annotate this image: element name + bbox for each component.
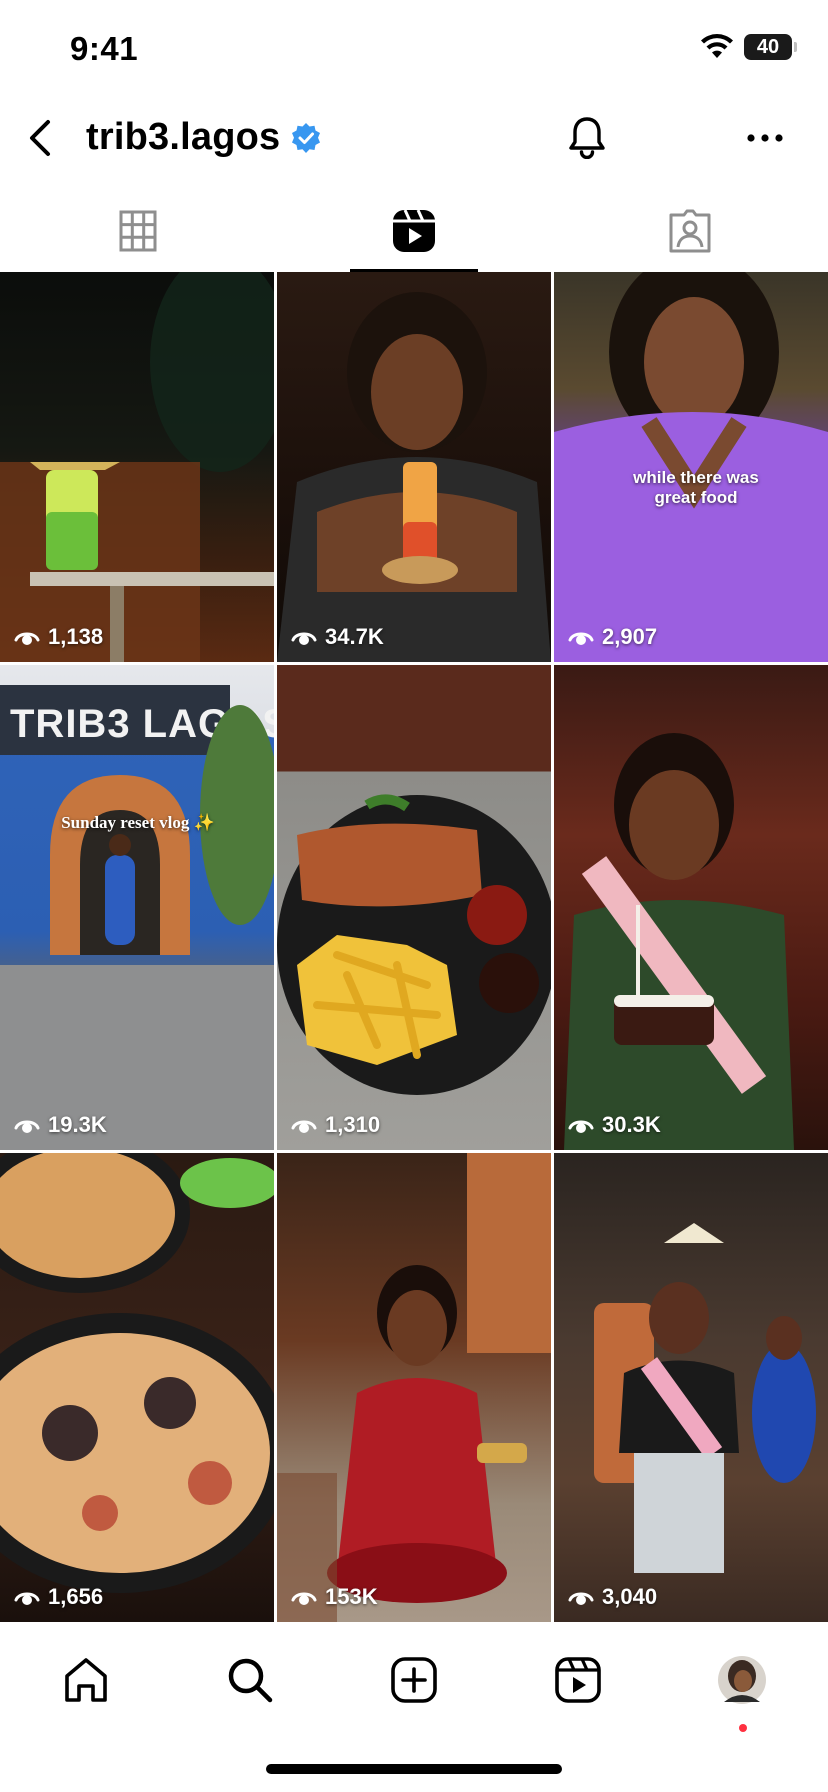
view-count: 153K — [291, 1584, 378, 1610]
reel-thumbnail — [564, 733, 794, 1150]
reel-tile[interactable]: 1,310 — [277, 665, 551, 1150]
back-button[interactable] — [18, 116, 62, 160]
grid-icon — [119, 210, 157, 252]
profile-tabs — [0, 190, 828, 272]
reel-thumbnail — [277, 292, 551, 662]
view-count: 2,907 — [568, 624, 657, 650]
home-indicator — [266, 1764, 562, 1774]
view-count-text: 30.3K — [602, 1112, 661, 1137]
reels-grid: 1,138 34.7K while there was great food 2… — [0, 272, 828, 1622]
eye-icon — [291, 1592, 317, 1605]
nav-home[interactable] — [56, 1650, 116, 1710]
eye-icon — [291, 632, 317, 645]
search-icon — [228, 1658, 273, 1703]
view-count-text: 19.3K — [48, 1112, 107, 1137]
tab-posts[interactable] — [0, 190, 276, 272]
view-count-text: 34.7K — [325, 624, 384, 649]
battery-indicator: 40 — [744, 34, 797, 60]
reels-icon — [393, 209, 435, 252]
reel-tile[interactable]: TRIB3 LAGOS Sunday reset vlog ✨ 19.3K — [0, 665, 274, 1150]
status-time: 9:41 — [70, 30, 139, 67]
reel-thumbnail — [0, 272, 274, 662]
nav-profile[interactable] — [712, 1650, 772, 1710]
bell-icon — [569, 117, 605, 159]
reel-thumbnail — [0, 1153, 274, 1593]
tab-reels[interactable] — [276, 190, 552, 272]
view-count-text: 153K — [325, 1584, 378, 1609]
verified-badge-icon — [292, 122, 321, 153]
more-horizontal-icon — [747, 134, 783, 142]
chevron-left-icon — [30, 120, 50, 156]
view-count: 30.3K — [568, 1112, 661, 1138]
username-row: trib3.lagos — [86, 116, 322, 159]
reel-thumbnail — [277, 794, 551, 1095]
view-count-text: 1,138 — [48, 624, 104, 649]
view-count-text: 1,310 — [325, 1112, 381, 1137]
eye-icon — [14, 1120, 40, 1133]
reels-nav-icon — [555, 1657, 601, 1703]
reel-tile[interactable]: 153K — [277, 1153, 551, 1622]
reel-thumbnail — [277, 1153, 551, 1622]
view-count: 1,656 — [14, 1584, 103, 1610]
eye-icon — [14, 632, 40, 645]
more-options-button[interactable] — [740, 118, 790, 158]
status-bar: 9:41 40 — [0, 0, 828, 100]
eye-icon — [291, 1120, 317, 1133]
eye-icon — [14, 1592, 40, 1605]
tagged-icon — [669, 209, 711, 253]
eye-icon — [568, 1120, 594, 1133]
wifi-icon — [701, 34, 733, 58]
view-count-text: 1,656 — [48, 1584, 104, 1609]
reel-caption: while there was great food — [633, 468, 759, 508]
eye-icon — [568, 632, 594, 645]
reel-thumbnail — [554, 272, 828, 662]
reel-caption: Sunday reset vlog ✨ — [61, 813, 215, 832]
view-count-text: 2,907 — [602, 624, 658, 649]
reel-tile[interactable]: 1,138 — [0, 272, 274, 662]
view-count: 19.3K — [14, 1112, 107, 1138]
reel-tile[interactable]: 3,040 — [554, 1153, 828, 1622]
notification-dot — [739, 1724, 747, 1732]
view-count: 3,040 — [568, 1584, 657, 1610]
create-icon — [391, 1657, 437, 1703]
nav-reels[interactable] — [548, 1650, 608, 1710]
view-count: 1,310 — [291, 1112, 380, 1138]
reel-tile[interactable]: 30.3K — [554, 665, 828, 1150]
reel-thumbnail: TRIB3 LAGOS — [0, 685, 274, 1150]
profile-username: trib3.lagos — [86, 116, 281, 158]
view-count: 1,138 — [14, 624, 103, 650]
nav-search[interactable] — [220, 1650, 280, 1710]
battery-level: 40 — [756, 35, 780, 58]
reel-tile[interactable]: while there was great food 2,907 — [554, 272, 828, 662]
reel-tile[interactable]: 1,656 — [0, 1153, 274, 1622]
reel-thumbnail — [594, 1223, 816, 1573]
status-icons: 40 — [700, 34, 797, 60]
reel-tile[interactable]: 34.7K — [277, 272, 551, 662]
view-count-text: 3,040 — [602, 1584, 658, 1609]
home-icon — [65, 1658, 107, 1702]
nav-create[interactable] — [384, 1650, 444, 1710]
profile-avatar — [718, 1656, 766, 1704]
tab-tagged[interactable] — [552, 190, 828, 272]
view-count: 34.7K — [291, 624, 384, 650]
eye-icon — [568, 1592, 594, 1605]
notifications-button[interactable] — [562, 112, 612, 162]
profile-header: trib3.lagos — [0, 100, 828, 180]
